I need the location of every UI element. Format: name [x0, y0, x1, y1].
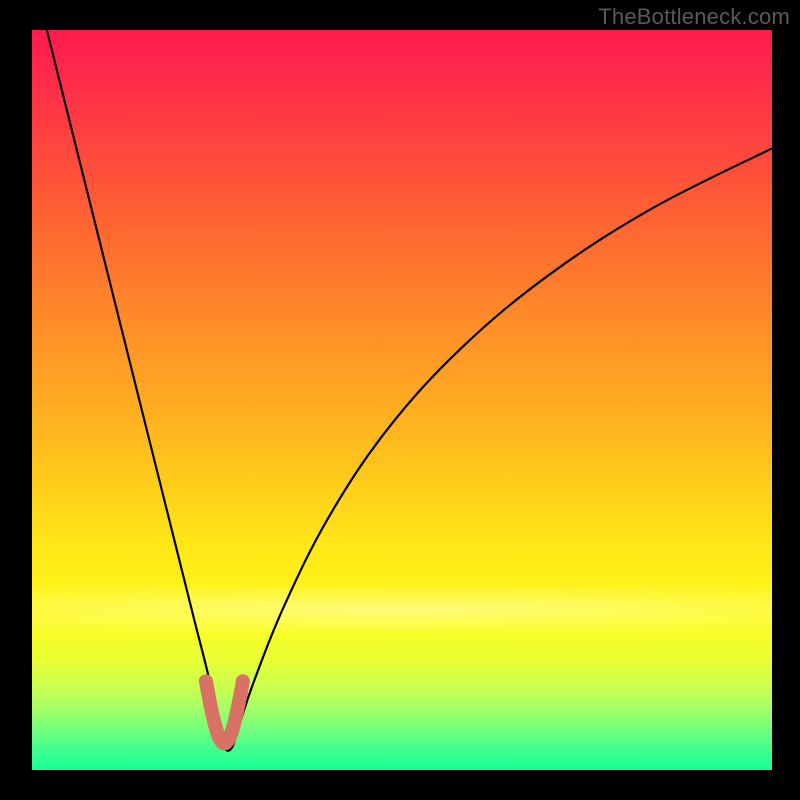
chart-area	[32, 30, 772, 770]
watermark-text: TheBottleneck.com	[598, 4, 790, 30]
chart-svg	[32, 30, 772, 770]
optimal-range-marker	[206, 681, 243, 743]
bottleneck-curve	[47, 30, 772, 751]
